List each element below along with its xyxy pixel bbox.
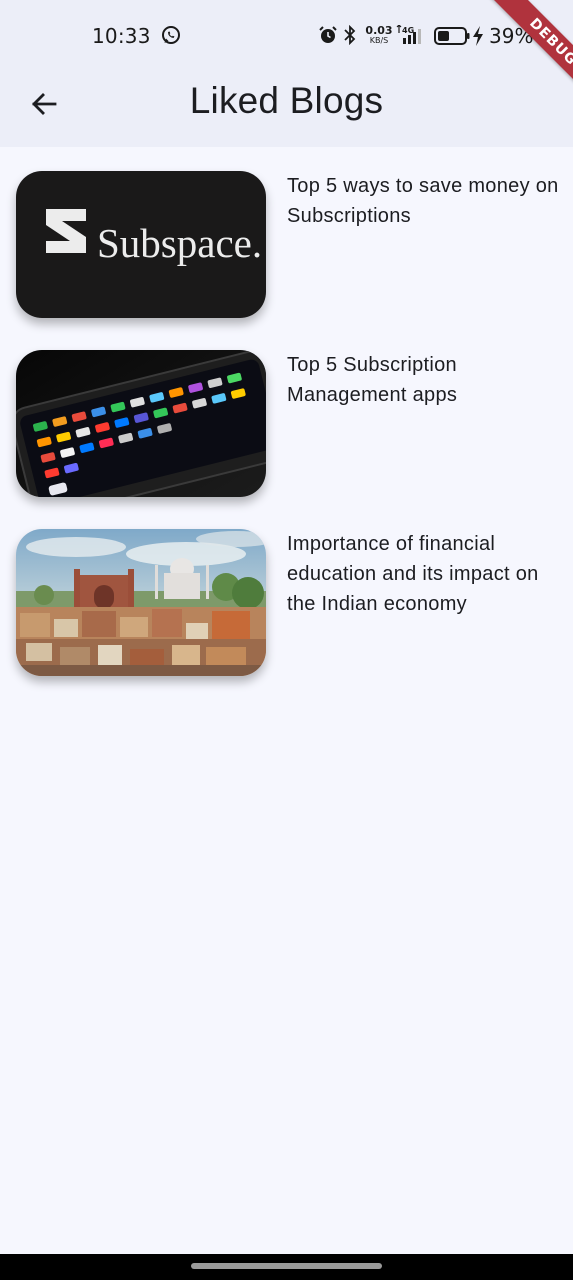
bluetooth-icon bbox=[343, 24, 357, 50]
signal-icon: 4G bbox=[396, 24, 424, 50]
svg-text:4G: 4G bbox=[402, 26, 414, 35]
charging-icon bbox=[472, 26, 484, 51]
home-indicator[interactable] bbox=[191, 1263, 382, 1269]
blog-item[interactable]: Subspace. Top 5 ways to save money on Su… bbox=[0, 171, 573, 318]
blog-item[interactable]: Importance of financial education and it… bbox=[0, 529, 573, 676]
smartphone-apps-thumbnail bbox=[16, 350, 266, 497]
alarm-icon bbox=[318, 25, 338, 50]
status-time: 10:33 bbox=[92, 24, 151, 48]
app-bar: 10:33 0.03 KB/S 4G 39% Liked Blogs bbox=[0, 0, 573, 147]
system-navigation-bar bbox=[0, 1254, 573, 1280]
blog-title: Top 5 Subscription Management apps bbox=[287, 354, 458, 406]
status-bar: 10:33 0.03 KB/S 4G 39% bbox=[0, 0, 573, 72]
subspace-logo-text: Subspace. bbox=[97, 220, 262, 266]
subspace-logo-thumbnail: Subspace. bbox=[16, 171, 266, 318]
net-speed: 0.03 KB/S bbox=[365, 24, 393, 45]
page-title: Liked Blogs bbox=[189, 80, 384, 121]
blog-title: Top 5 ways to save money on Subscription… bbox=[287, 175, 559, 227]
battery-icon bbox=[434, 27, 470, 50]
whatsapp-icon bbox=[161, 25, 181, 50]
blog-item[interactable]: Top 5 Subscription Management apps bbox=[0, 350, 573, 497]
blog-title: Importance of financial education and it… bbox=[287, 533, 539, 615]
taj-mahal-city-thumbnail bbox=[16, 529, 266, 676]
